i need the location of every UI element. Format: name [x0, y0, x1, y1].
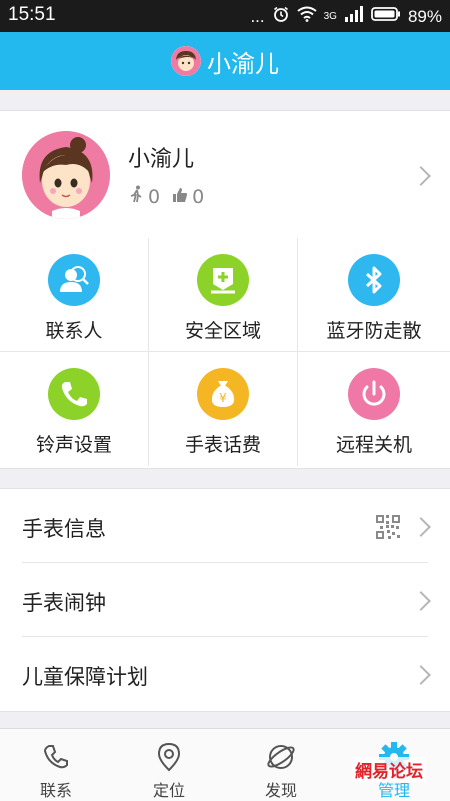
grid-label: 联系人	[45, 320, 103, 342]
profile-name: 小渝儿	[128, 147, 195, 172]
grid-label: 蓝牙防走散	[326, 320, 422, 342]
wifi-icon	[297, 6, 317, 27]
status-time: 15:51	[8, 4, 56, 25]
phone-outline-icon	[0, 737, 112, 777]
status-icons: ... 3G 89%	[250, 5, 442, 28]
list-item-watch-alarm[interactable]: 手表闹钟	[0, 563, 450, 637]
grid-item-watch-billing[interactable]: ¥ 手表话费	[149, 352, 298, 466]
safe-zone-icon	[197, 254, 249, 306]
discover-icon	[225, 737, 337, 777]
alarm-icon	[272, 5, 290, 28]
watermark: 網易论坛	[352, 757, 426, 782]
tab-location[interactable]: 定位	[113, 729, 225, 801]
page-title: 小渝儿	[207, 49, 279, 78]
contacts-icon	[48, 254, 100, 306]
grid-label: 安全区域	[184, 320, 261, 342]
battery-percent: 89%	[407, 6, 442, 26]
qr-code-icon[interactable]	[376, 515, 400, 543]
chevron-right-icon	[411, 665, 431, 685]
tab-contacts[interactable]: 联系	[0, 729, 112, 801]
list-item-child-protection[interactable]: 儿童保障计划	[0, 637, 450, 711]
chevron-right-icon	[411, 517, 431, 537]
list-label: 儿童保障计划	[22, 665, 148, 689]
profile-card[interactable]: 小渝儿 0 0	[0, 110, 450, 240]
power-icon	[348, 368, 400, 420]
grid-label: 远程关机	[335, 434, 412, 456]
bluetooth-icon	[348, 254, 400, 306]
grid-item-safe-zone[interactable]: 安全区域	[149, 238, 298, 352]
feature-grid: 联系人 安全区域 蓝牙防走散 铃声设置 ¥ 手表话费 远程关机	[0, 238, 450, 469]
list-item-watch-info[interactable]: 手表信息	[0, 489, 450, 563]
tab-label: 发现	[264, 781, 297, 800]
tab-label: 联系	[39, 781, 72, 800]
phone-icon	[48, 368, 100, 420]
signal-icon	[344, 6, 364, 27]
network-type: 3G	[323, 11, 337, 22]
grid-item-bluetooth[interactable]: 蓝牙防走散	[298, 238, 450, 352]
walk-icon	[128, 185, 144, 208]
list-label: 手表闹钟	[22, 591, 106, 615]
tab-label: 定位	[152, 781, 185, 800]
likes-stat: 0	[172, 186, 204, 208]
steps-stat: 0	[128, 185, 160, 208]
notification-dots: ...	[250, 6, 265, 26]
grid-item-remote-shutdown[interactable]: 远程关机	[298, 352, 450, 466]
chevron-right-icon	[411, 166, 431, 186]
title-avatar[interactable]	[171, 46, 201, 76]
profile-stats: 0 0	[128, 185, 204, 208]
grid-label: 手表话费	[184, 434, 261, 456]
chevron-right-icon	[411, 591, 431, 611]
svg-text:¥: ¥	[219, 391, 227, 405]
likes-count: 0	[192, 185, 205, 208]
tab-discover[interactable]: 发现	[225, 729, 337, 801]
list-label: 手表信息	[22, 517, 106, 541]
status-bar: 15:51 ... 3G 89%	[0, 0, 450, 32]
settings-list: 手表信息 手表闹钟 儿童保障计划	[0, 488, 450, 712]
location-pin-icon	[113, 737, 225, 777]
battery-icon	[371, 6, 401, 27]
grid-item-contacts[interactable]: 联系人	[0, 238, 149, 352]
thumbs-up-icon	[172, 186, 188, 208]
grid-label: 铃声设置	[35, 434, 112, 456]
child-avatar[interactable]	[22, 131, 110, 219]
title-bar: 小渝儿	[0, 32, 450, 90]
grid-item-ringtone[interactable]: 铃声设置	[0, 352, 149, 466]
money-bag-icon: ¥	[197, 368, 249, 420]
steps-count: 0	[148, 185, 161, 208]
